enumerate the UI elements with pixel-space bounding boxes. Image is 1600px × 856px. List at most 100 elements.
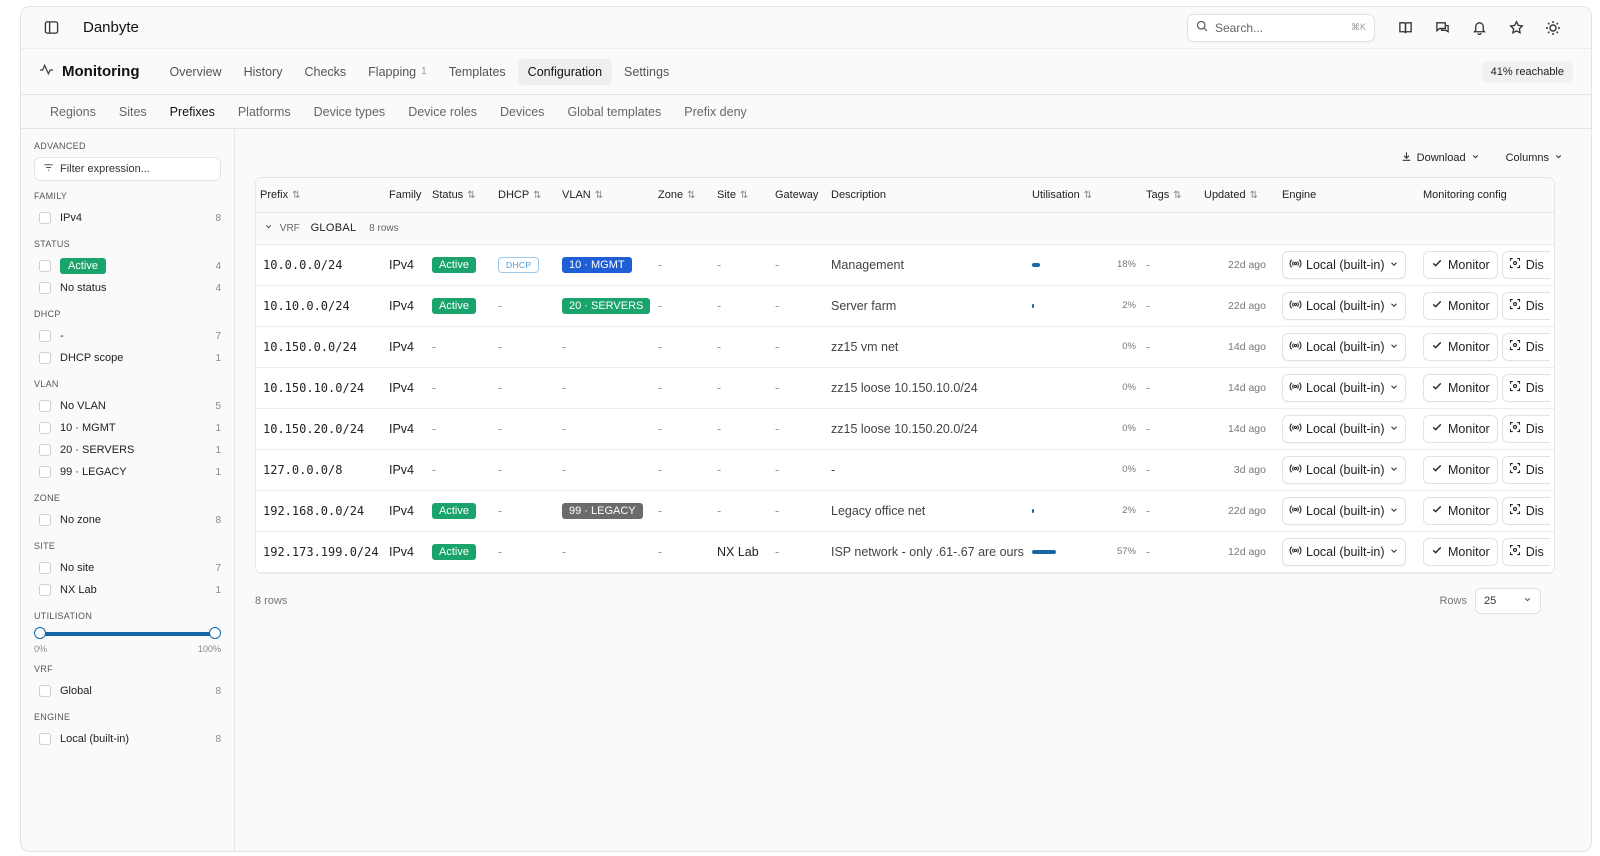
tab-checks[interactable]: Checks [294, 59, 356, 85]
discover-button[interactable]: Dis [1501, 332, 1550, 361]
subtab-regions[interactable]: Regions [39, 101, 107, 123]
filter-option[interactable]: DHCP scope 1 [34, 347, 221, 369]
checkbox[interactable] [39, 444, 51, 456]
filter-option[interactable]: No status 4 [34, 277, 221, 299]
bell-icon[interactable] [1461, 14, 1497, 42]
table-row[interactable]: 192.168.0.0/24 IPv4 Active - 99 · LEGACY… [256, 490, 1554, 532]
utilisation-range-slider[interactable] [34, 627, 221, 641]
table-row[interactable]: 10.150.20.0/24 IPv4 - - - - - - zz15 loo… [256, 408, 1554, 450]
monitor-button[interactable]: Monitor [1423, 291, 1498, 320]
tab-history[interactable]: History [234, 59, 293, 85]
subtab-sites[interactable]: Sites [108, 101, 158, 123]
checkbox[interactable] [39, 212, 51, 224]
chat-icon[interactable] [1424, 14, 1460, 42]
monitor-button[interactable]: Monitor [1423, 496, 1498, 525]
tab-configuration[interactable]: Configuration [517, 58, 613, 85]
checkbox[interactable] [39, 260, 51, 272]
engine-select[interactable]: Local (built-in) [1282, 414, 1406, 443]
column-header-family[interactable]: Family [385, 178, 428, 213]
column-header-vlan[interactable]: VLAN ⇅ [558, 178, 654, 213]
column-header-dhcp[interactable]: DHCP ⇅ [494, 178, 558, 213]
filter-option[interactable]: Active 4 [34, 255, 221, 277]
column-header-utilisation[interactable]: Utilisation ⇅ [1028, 178, 1142, 213]
discover-button[interactable]: Dis [1501, 496, 1550, 525]
book-icon[interactable] [1387, 14, 1423, 42]
checkbox[interactable] [39, 685, 51, 697]
subtab-platforms[interactable]: Platforms [227, 101, 302, 123]
slider-min-handle[interactable] [34, 627, 46, 639]
column-header-prefix[interactable]: Prefix ⇅ [256, 178, 385, 213]
filter-option[interactable]: Global 8 [34, 680, 221, 702]
monitor-button[interactable]: Monitor [1423, 250, 1498, 279]
checkbox[interactable] [39, 282, 51, 294]
checkbox[interactable] [39, 514, 51, 526]
subtab-prefix-deny[interactable]: Prefix deny [673, 101, 758, 123]
filter-option[interactable]: Local (built-in) 8 [34, 728, 221, 750]
checkbox[interactable] [39, 562, 51, 574]
table-row[interactable]: 127.0.0.0/8 IPv4 - - - - - - - 0% - 3d a… [256, 449, 1554, 491]
engine-select[interactable]: Local (built-in) [1282, 291, 1406, 320]
engine-select[interactable]: Local (built-in) [1282, 373, 1406, 402]
column-header-updated[interactable]: Updated ⇅ [1200, 178, 1278, 213]
table-row[interactable]: 10.0.0.0/24 IPv4 Active DHCP 10 · MGMT -… [256, 244, 1554, 286]
vrf-group-row[interactable]: VRF GLOBAL 8 rows [256, 212, 1554, 245]
checkbox[interactable] [39, 330, 51, 342]
monitor-button[interactable]: Monitor [1423, 332, 1498, 361]
column-header-engine[interactable]: Engine [1278, 178, 1419, 213]
engine-select[interactable]: Local (built-in) [1282, 250, 1406, 279]
monitor-button[interactable]: Monitor [1423, 414, 1498, 443]
column-header-zone[interactable]: Zone ⇅ [654, 178, 713, 213]
subtab-device-roles[interactable]: Device roles [397, 101, 488, 123]
checkbox[interactable] [39, 466, 51, 478]
checkbox[interactable] [39, 422, 51, 434]
checkbox[interactable] [39, 400, 51, 412]
star-icon[interactable] [1498, 14, 1534, 42]
filter-option[interactable]: IPv4 8 [34, 207, 221, 229]
filter-option[interactable]: NX Lab 1 [34, 579, 221, 601]
column-header-site[interactable]: Site ⇅ [713, 178, 771, 213]
engine-select[interactable]: Local (built-in) [1282, 455, 1406, 484]
discover-button[interactable]: Dis [1501, 373, 1550, 402]
filter-option[interactable]: 10 · MGMT 1 [34, 417, 221, 439]
search-input[interactable]: Search... ⌘K [1187, 13, 1375, 42]
discover-button[interactable]: Dis [1501, 250, 1550, 279]
tab-overview[interactable]: Overview [159, 59, 231, 85]
discover-button[interactable]: Dis [1501, 291, 1550, 320]
engine-select[interactable]: Local (built-in) [1282, 496, 1406, 525]
filter-expression-input[interactable]: Filter expression... [34, 157, 221, 181]
table-row[interactable]: 10.150.0.0/24 IPv4 - - - - - - zz15 vm n… [256, 326, 1554, 368]
engine-select[interactable]: Local (built-in) [1282, 332, 1406, 361]
subtab-devices[interactable]: Devices [489, 101, 555, 123]
monitor-button[interactable]: Monitor [1423, 537, 1498, 566]
subtab-device-types[interactable]: Device types [303, 101, 397, 123]
filter-option[interactable]: -7 [34, 325, 221, 347]
sidebar-toggle-icon[interactable] [41, 18, 61, 38]
slider-max-handle[interactable] [209, 627, 221, 639]
subtab-prefixes[interactable]: Prefixes [159, 101, 226, 123]
columns-button[interactable]: Columns [1498, 149, 1571, 167]
column-header-monitoring-config[interactable]: Monitoring config [1419, 178, 1554, 213]
discover-button[interactable]: Dis [1501, 455, 1550, 484]
subtab-global-templates[interactable]: Global templates [556, 101, 672, 123]
column-header-gateway[interactable]: Gateway [771, 178, 827, 213]
filter-option[interactable]: No VLAN 5 [34, 395, 221, 417]
checkbox[interactable] [39, 733, 51, 745]
engine-select[interactable]: Local (built-in) [1282, 537, 1406, 566]
filter-option[interactable]: 20 · SERVERS 1 [34, 439, 221, 461]
filter-option[interactable]: 99 · LEGACY 1 [34, 461, 221, 483]
download-button[interactable]: Download [1393, 148, 1488, 168]
table-row[interactable]: 10.10.0.0/24 IPv4 Active - 20 · SERVERS … [256, 285, 1554, 327]
discover-button[interactable]: Dis [1501, 414, 1550, 443]
filter-option[interactable]: No site 7 [34, 557, 221, 579]
column-header-status[interactable]: Status ⇅ [428, 178, 494, 213]
checkbox[interactable] [39, 352, 51, 364]
monitor-button[interactable]: Monitor [1423, 373, 1498, 402]
table-row[interactable]: 10.150.10.0/24 IPv4 - - - - - - zz15 loo… [256, 367, 1554, 409]
column-header-description[interactable]: Description [827, 178, 1028, 213]
tab-settings[interactable]: Settings [614, 59, 679, 85]
filter-option[interactable]: No zone 8 [34, 509, 221, 531]
table-row[interactable]: 192.173.199.0/24 IPv4 Active - - - NX La… [256, 531, 1554, 573]
tab-templates[interactable]: Templates [439, 59, 516, 85]
checkbox[interactable] [39, 584, 51, 596]
rows-per-page-select[interactable]: 25 [1475, 587, 1541, 614]
